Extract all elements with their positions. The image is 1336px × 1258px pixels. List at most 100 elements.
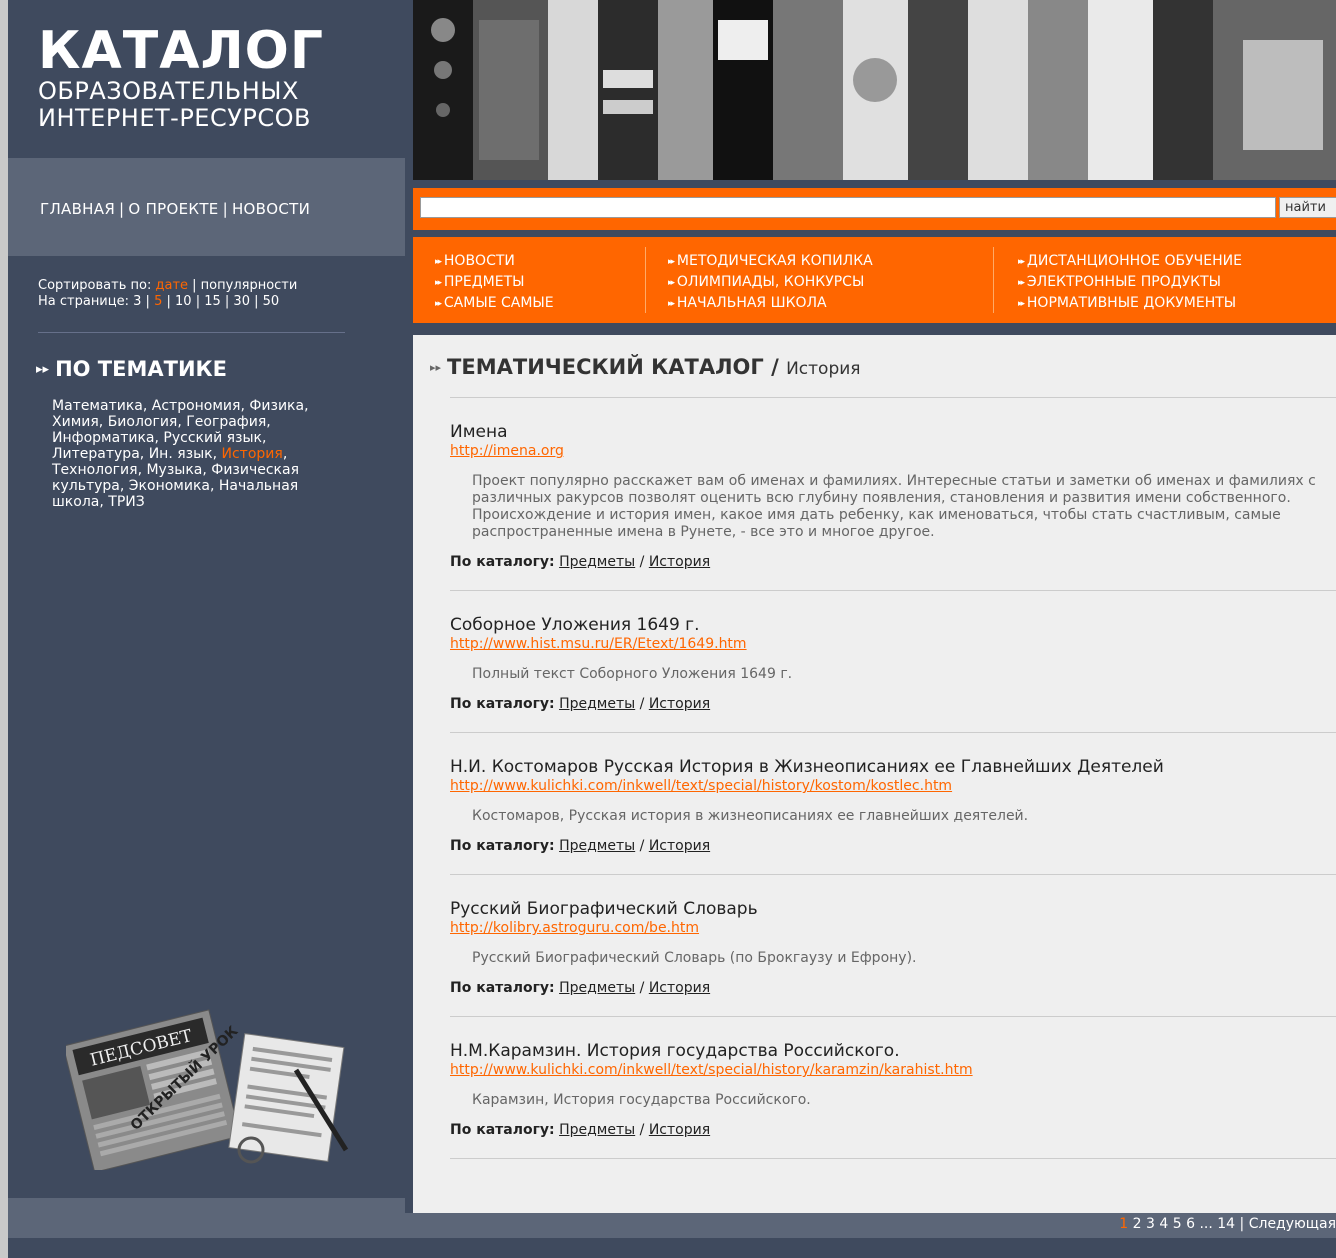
- per-page-option-30[interactable]: 30: [233, 294, 250, 309]
- category-link-history[interactable]: История: [649, 980, 710, 996]
- per-page-separator: |: [249, 294, 263, 309]
- section-navigation: НОВОСТИПРЕДМЕТЫСАМЫЕ САМЫЕ МЕТОДИЧЕСКАЯ …: [405, 237, 1336, 323]
- section-nav-link[interactable]: НОРМАТИВНЫЕ ДОКУМЕНТЫ: [1018, 293, 1242, 314]
- theme-link[interactable]: География: [186, 414, 266, 430]
- themes-heading-text: ПО ТЕМАТИКЕ: [55, 357, 228, 381]
- magazine-illustration: ПЕДСОВЕТ ОТКРЫТЫЙ УРОК: [62, 1009, 349, 1173]
- section-nav-link[interactable]: ОЛИМПИАДЫ, КОНКУРСЫ: [668, 272, 873, 293]
- nav-separator: |: [222, 200, 228, 218]
- catalog-heading: ▸▸ ТЕМАТИЧЕСКИЙ КАТАЛОГ / История: [430, 355, 1336, 379]
- category-link-subjects[interactable]: Предметы: [559, 1122, 635, 1138]
- theme-link[interactable]: Физика: [249, 398, 304, 414]
- page-link-last[interactable]: 14: [1217, 1216, 1235, 1232]
- category-link-history[interactable]: История: [649, 838, 710, 854]
- themes-heading: ▸▸ ПО ТЕМАТИКЕ: [36, 357, 227, 381]
- category-link-history[interactable]: История: [649, 1122, 710, 1138]
- page-link-4[interactable]: 4: [1159, 1216, 1168, 1232]
- per-page-separator: |: [220, 294, 234, 309]
- entry-url-link[interactable]: http://imena.org: [450, 442, 1336, 460]
- section-nav-link[interactable]: МЕТОДИЧЕСКАЯ КОПИЛКА: [668, 251, 873, 272]
- theme-link[interactable]: ТРИЗ: [108, 494, 144, 510]
- theme-separator: ,: [139, 446, 149, 462]
- theme-link[interactable]: Биология: [108, 414, 178, 430]
- entry-description: Костомаров, Русская история в жизнеописа…: [472, 808, 1029, 824]
- nav-link-home[interactable]: ГЛАВНАЯ: [40, 200, 115, 218]
- nav-link-news[interactable]: НОВОСТИ: [232, 200, 310, 218]
- nav-divider: [645, 247, 646, 313]
- section-nav-link[interactable]: НОВОСТИ: [435, 251, 554, 272]
- entry-url-link[interactable]: http://www.hist.msu.ru/ER/Etext/1649.htm: [450, 635, 1336, 653]
- search-bar: найти: [405, 188, 1336, 230]
- theme-link[interactable]: Математика: [52, 398, 143, 414]
- catalog-title-slash: /: [771, 355, 779, 379]
- theme-separator: ,: [177, 414, 187, 430]
- per-page-option-10[interactable]: 10: [175, 294, 192, 309]
- entry-url-link[interactable]: http://www.kulichki.com/inkwell/text/spe…: [450, 777, 1336, 795]
- per-page-separator: |: [162, 294, 176, 309]
- section-nav-link[interactable]: ПРЕДМЕТЫ: [435, 272, 554, 293]
- nav-column-1: НОВОСТИПРЕДМЕТЫСАМЫЕ САМЫЕ: [435, 251, 554, 314]
- entry-description: Русский Биографический Словарь (по Брокг…: [472, 950, 917, 966]
- pedsovet-magazine-image: ПЕДСОВЕТ ОТКРЫТЫЙ УРОК: [62, 1000, 366, 1173]
- by-catalog-label: По каталогу:: [450, 554, 555, 570]
- theme-separator: ,: [142, 398, 152, 414]
- theme-link[interactable]: Ин. язык: [149, 446, 213, 462]
- sort-label: Сортировать по:: [38, 278, 152, 293]
- entry-list: Имена http://imena.org Проект популярно ра…: [430, 397, 1336, 1159]
- by-catalog-label: По каталогу:: [450, 838, 555, 854]
- double-arrow-icon: ▸▸: [430, 361, 442, 374]
- page-link-3[interactable]: 3: [1146, 1216, 1155, 1232]
- by-catalog-label: По каталогу:: [450, 696, 555, 712]
- per-page-option-50[interactable]: 50: [263, 294, 280, 309]
- page-link-5[interactable]: 5: [1173, 1216, 1182, 1232]
- section-nav-link[interactable]: ЭЛЕКТРОННЫЕ ПРОДУКТЫ: [1018, 272, 1242, 293]
- theme-link[interactable]: Экономика: [129, 478, 210, 494]
- theme-link[interactable]: Информатика: [52, 430, 154, 446]
- page-ellipsis: ...: [1199, 1216, 1213, 1232]
- per-page-label: На странице:: [38, 294, 129, 309]
- entry-categories: По каталогу: Предметы / История: [450, 696, 711, 712]
- page-link-1[interactable]: 1: [1119, 1216, 1128, 1232]
- theme-separator: ,: [98, 414, 108, 430]
- theme-link[interactable]: История: [222, 446, 283, 462]
- section-nav-link[interactable]: САМЫЕ САМЫЕ: [435, 293, 554, 314]
- category-link-subjects[interactable]: Предметы: [559, 838, 635, 854]
- nav-column-3: ДИСТАНЦИОННОЕ ОБУЧЕНИЕЭЛЕКТРОННЫЕ ПРОДУК…: [1018, 251, 1242, 314]
- theme-link[interactable]: Химия: [52, 414, 99, 430]
- search-input[interactable]: [420, 197, 1276, 218]
- entry-url-link[interactable]: http://www.kulichki.com/inkwell/text/spe…: [450, 1061, 1336, 1079]
- logo-line-3: ИНТЕРНЕТ-РЕСУРСОВ: [38, 104, 311, 132]
- entry-title: Имена: [450, 422, 508, 442]
- books-banner: [405, 0, 1336, 180]
- sort-by-date-link[interactable]: дате: [155, 278, 188, 293]
- theme-link[interactable]: Астрономия: [152, 398, 241, 414]
- nav-link-about[interactable]: О ПРОЕКТЕ: [128, 200, 218, 218]
- section-nav-link[interactable]: НАЧАЛЬНАЯ ШКОЛА: [668, 293, 873, 314]
- theme-separator: ,: [262, 430, 267, 446]
- catalog-title: ТЕМАТИЧЕСКИЙ КАТАЛОГ: [447, 355, 764, 379]
- category-link-subjects[interactable]: Предметы: [559, 554, 635, 570]
- entry-categories: По каталогу: Предметы / История: [450, 554, 711, 570]
- sort-by-popularity-link[interactable]: популярности: [201, 278, 298, 293]
- theme-link[interactable]: Технология: [52, 462, 138, 478]
- theme-separator: ,: [282, 446, 288, 462]
- theme-link[interactable]: Музыка: [146, 462, 202, 478]
- catalog-subtitle: История: [786, 359, 861, 379]
- page-link-2[interactable]: 2: [1133, 1216, 1142, 1232]
- search-button[interactable]: найти: [1279, 197, 1336, 218]
- per-page-option-15[interactable]: 15: [204, 294, 221, 309]
- page-link-6[interactable]: 6: [1186, 1216, 1195, 1232]
- section-nav-link[interactable]: ДИСТАНЦИОННОЕ ОБУЧЕНИЕ: [1018, 251, 1242, 272]
- category-link-subjects[interactable]: Предметы: [559, 696, 635, 712]
- theme-link[interactable]: Литература: [52, 446, 140, 462]
- site-logo[interactable]: КАТАЛОГ ОБРАЗОВАТЕЛЬНЫХ ИНТЕРНЕТ-РЕСУРСО…: [8, 0, 405, 158]
- category-link-history[interactable]: История: [649, 554, 710, 570]
- category-link-subjects[interactable]: Предметы: [559, 980, 635, 996]
- theme-link[interactable]: Русский язык: [163, 430, 262, 446]
- next-page-link[interactable]: Следующая: [1249, 1216, 1336, 1232]
- entry-categories: По каталогу: Предметы / История: [450, 838, 711, 854]
- category-link-history[interactable]: История: [649, 696, 710, 712]
- entry-url-link[interactable]: http://kolibry.astroguru.com/be.htm: [450, 919, 1336, 937]
- sort-panel: Сортировать по: дате | популярности На с…: [38, 278, 298, 309]
- themes-list: Математика, Астрономия, Физика, Химия, Б…: [52, 398, 332, 510]
